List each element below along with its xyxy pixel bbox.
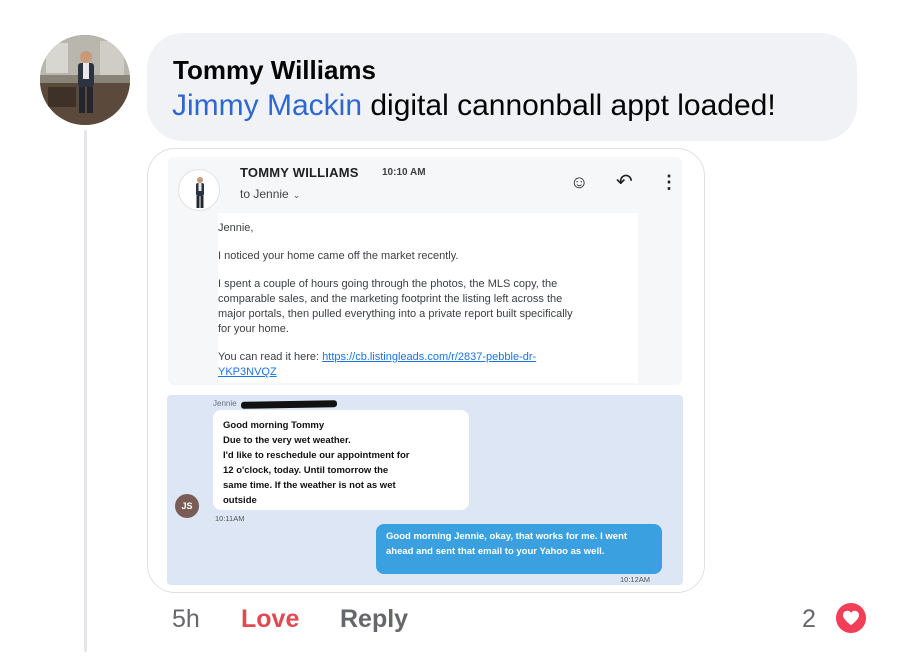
message-line: Due to the very wet weather. <box>223 435 351 446</box>
email-read-line: You can read it here: https://cb.listing… <box>218 350 578 380</box>
outgoing-message: Good morning Jennie, okay, that works fo… <box>376 524 662 574</box>
chat-thread: Jennie Good morning Tommy Due to the ver… <box>167 395 683 585</box>
email-sender: TOMMY WILLIAMS <box>240 165 359 180</box>
email-sender-avatar <box>178 169 220 211</box>
timestamp[interactable]: 5h <box>172 605 200 634</box>
email-paragraph: I spent a couple of hours going through … <box>218 278 573 335</box>
comment-author[interactable]: Tommy Williams <box>173 55 376 86</box>
reaction-count[interactable]: 2 <box>802 605 816 634</box>
email-card: TOMMY WILLIAMS 10:10 AM to Jennie ⌄ ☺ ↶ ⋮… <box>168 157 682 385</box>
comment-body: digital cannonball appt loaded! <box>362 89 776 122</box>
message-line: same time. If the weather is not as wet <box>223 480 396 491</box>
heart-icon[interactable] <box>833 600 869 636</box>
message-line: Good morning Tommy <box>223 420 325 431</box>
email-time: 10:10 AM <box>382 167 426 178</box>
mention-link[interactable]: Jimmy Mackin <box>172 89 362 122</box>
email-body: Jennie, I noticed your home came off the… <box>218 221 578 393</box>
love-button[interactable]: Love <box>241 605 299 634</box>
comment-bubble: Tommy Williams Jimmy Mackin digital cann… <box>147 33 857 141</box>
redaction-bar <box>240 400 338 409</box>
reply-button[interactable]: Reply <box>340 605 408 634</box>
email-greeting: Jennie, <box>218 222 254 234</box>
emoji-icon[interactable]: ☺ <box>570 173 588 191</box>
contact-avatar: JS <box>175 494 199 518</box>
chat-sender-name: Jennie <box>213 399 237 408</box>
attachment-image[interactable]: TOMMY WILLIAMS 10:10 AM to Jennie ⌄ ☺ ↶ ⋮… <box>147 148 705 593</box>
email-read-prefix: You can read it here: <box>218 351 323 363</box>
chevron-down-icon: ⌄ <box>292 190 301 200</box>
more-vertical-icon[interactable]: ⋮ <box>660 173 678 191</box>
thread-line <box>84 130 87 652</box>
comment-text: Jimmy Mackin digital cannonball appt loa… <box>172 89 776 123</box>
email-recipient[interactable]: to Jennie ⌄ <box>240 187 300 201</box>
message-line: outside <box>223 495 257 506</box>
email-to: to Jennie <box>240 187 289 201</box>
message-line: 12 o'clock, today. Until tomorrow the <box>223 465 389 476</box>
incoming-time: 10:11AM <box>215 514 245 523</box>
reply-icon[interactable]: ↶ <box>616 172 633 192</box>
email-paragraph: I noticed your home came off the market … <box>218 250 459 262</box>
incoming-message: Good morning Tommy Due to the very wet w… <box>213 410 469 510</box>
author-avatar[interactable] <box>40 35 130 125</box>
message-line: I'd like to reschedule our appointment f… <box>223 450 410 461</box>
outgoing-time: 10:12AM <box>620 575 651 584</box>
